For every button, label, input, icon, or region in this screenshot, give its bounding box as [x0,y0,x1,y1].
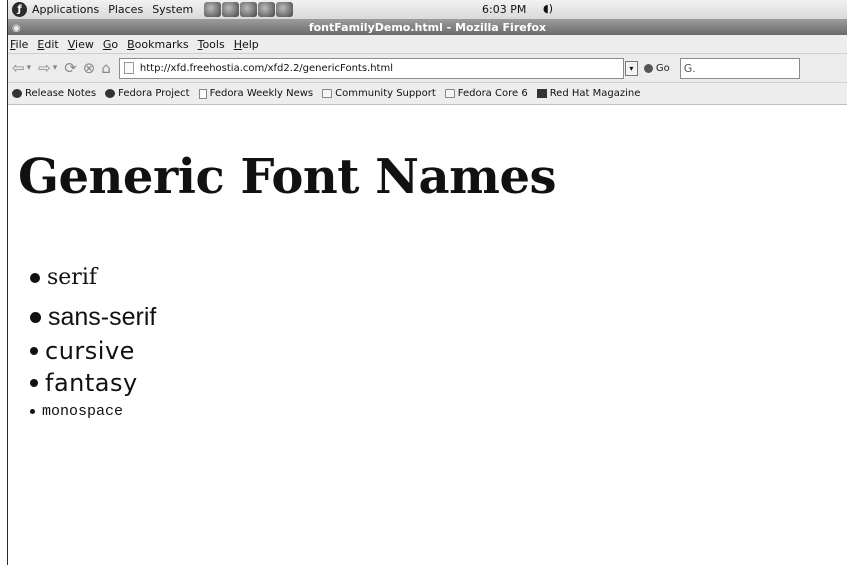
list-item-fantasy: fantasy [30,369,138,397]
folder-icon [444,89,455,98]
bookmarks-toolbar: Release Notes Fedora Project Fedora Week… [8,83,847,105]
mail-launcher-icon[interactable] [222,2,240,17]
browser-launcher-icon[interactable] [204,2,222,17]
places-menu[interactable]: Places [108,3,143,16]
go-icon [643,63,653,73]
bookmark-fedora-project[interactable]: Fedora Project [105,88,190,99]
page-icon [123,62,134,74]
document-icon [198,88,207,99]
screen-frame: ƒ Applications Places System 6:03 PM ◖) … [7,0,847,565]
font-name-serif: serif [47,265,98,290]
menu-go[interactable]: Go [103,38,118,51]
navigation-toolbar: ⇦ ▾ ⇨ ▾ ⟳ ⊗ ⌂ http://xfd.freehostia.com/… [8,54,847,83]
forward-arrow-icon[interactable]: ⇨ [38,59,51,77]
bookmark-community-support[interactable]: Community Support [322,88,436,99]
font-name-sans-serif: sans-serif [48,303,157,331]
volume-icon[interactable]: ◖) [543,2,553,15]
menu-view[interactable]: View [68,38,94,51]
bookmark-fedora-weekly-news[interactable]: Fedora Weekly News [198,88,313,99]
window-menu-icon[interactable]: ◉ [12,21,21,36]
system-menu[interactable]: System [152,3,193,16]
redhat-icon [536,89,547,98]
menu-file[interactable]: File [10,38,28,51]
page-content: Generic Font Names serif sans-serif curs… [8,105,847,525]
stop-icon[interactable]: ⊗ [83,59,96,77]
bullet-icon [30,379,38,387]
back-arrow-icon[interactable]: ⇦ [12,59,25,77]
menu-bookmarks[interactable]: Bookmarks [127,38,188,51]
list-item-serif: serif [30,265,97,290]
editor-launcher-icon[interactable] [258,2,276,17]
menu-help[interactable]: Help [234,38,259,51]
panel-clock[interactable]: 6:03 PM [482,3,526,16]
bookmark-fedora-core-6[interactable]: Fedora Core 6 [444,88,528,99]
menu-tools[interactable]: Tools [198,38,225,51]
url-input[interactable]: http://xfd.freehostia.com/xfd2.2/generic… [118,57,638,79]
window-titlebar[interactable]: ◉ fontFamilyDemo.html - Mozilla Firefox [8,20,847,35]
list-item-sans-serif: sans-serif [30,303,156,332]
list-item-monospace: monospace [30,403,123,420]
fedora-icon [12,89,22,98]
gnome-foot-icon[interactable]: ƒ [12,2,27,17]
settings-launcher-icon[interactable] [276,2,294,17]
window-title: fontFamilyDemo.html - Mozilla Firefox [308,21,547,34]
menu-edit[interactable]: Edit [37,38,58,51]
menu-bar: File Edit View Go Bookmarks Tools Help [8,35,847,54]
reload-icon[interactable]: ⟳ [64,59,77,77]
bookmark-red-hat-magazine[interactable]: Red Hat Magazine [536,88,640,99]
bullet-icon [30,272,40,283]
font-name-monospace: monospace [42,403,124,420]
go-button[interactable]: Go [643,63,670,74]
forward-dropdown-icon[interactable]: ▾ [53,63,58,73]
search-input[interactable]: G. [679,57,800,79]
url-dropdown-icon[interactable]: ▾ [624,60,638,76]
back-dropdown-icon[interactable]: ▾ [27,63,32,73]
bookmark-release-notes[interactable]: Release Notes [12,88,96,99]
fedora-icon [105,89,116,98]
search-launcher-icon[interactable] [240,2,258,17]
font-name-cursive: cursive [45,337,135,365]
applications-menu[interactable]: Applications [32,3,99,16]
bullet-icon [30,312,41,323]
folder-icon [322,89,333,98]
home-icon[interactable]: ⌂ [101,59,111,77]
page-title: Generic Font Names [18,149,557,205]
url-text: http://xfd.freehostia.com/xfd2.2/generic… [139,62,393,74]
bullet-icon [30,409,35,414]
list-item-cursive: cursive [30,337,135,365]
gnome-top-panel: ƒ Applications Places System 6:03 PM ◖) [8,0,847,20]
bullet-icon [30,347,38,355]
font-name-fantasy: fantasy [45,369,138,397]
panel-launchers [204,2,294,17]
